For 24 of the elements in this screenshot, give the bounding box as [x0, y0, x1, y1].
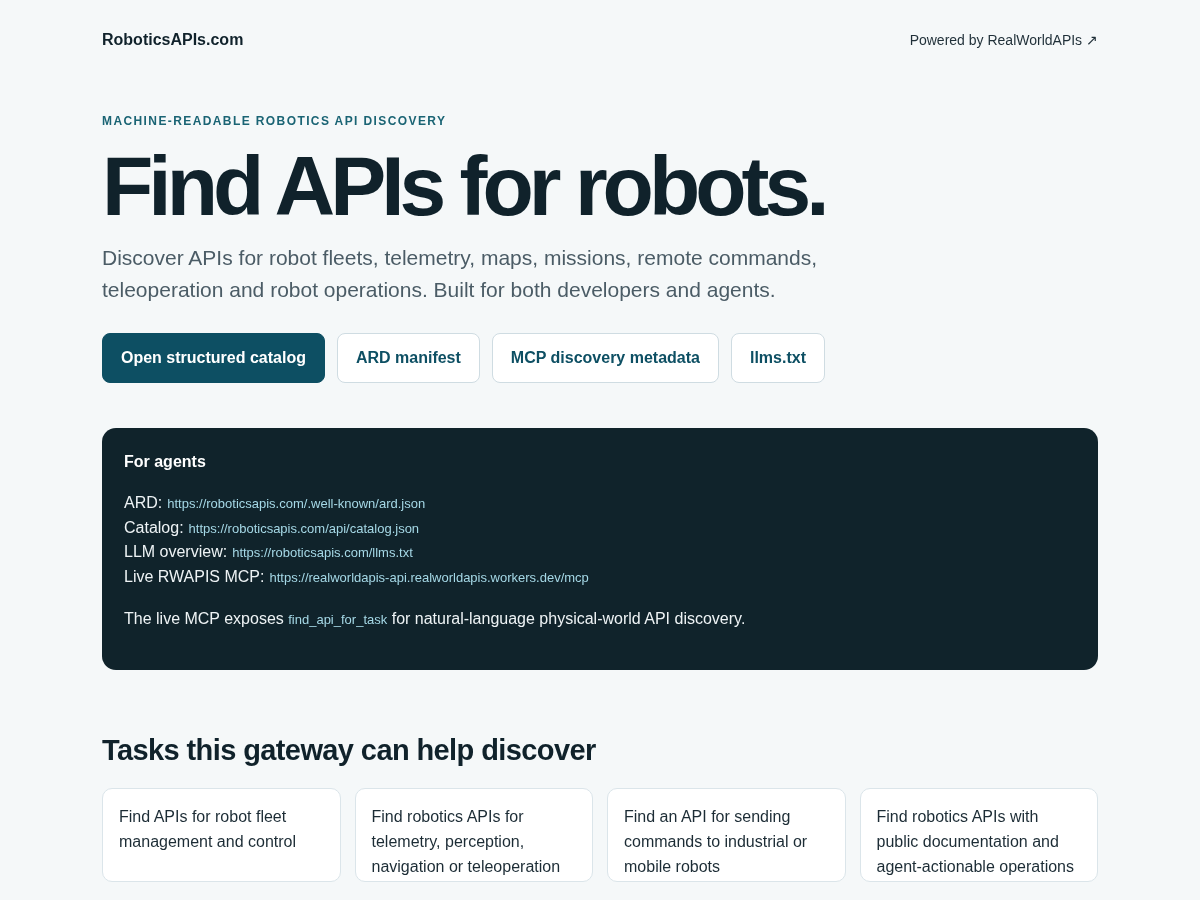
task-description: Find APIs for robot fleet management and control: [119, 806, 297, 852]
section-heading: Tasks this gateway can help discover: [102, 732, 597, 768]
resource-button[interactable]: ARD manifest: [336, 333, 480, 383]
brand-link[interactable]: RoboticsAPIs.com: [102, 29, 244, 51]
panel-title: For agents: [124, 452, 207, 472]
resource-button[interactable]: llms.txt: [730, 333, 825, 383]
url-link[interactable]: https://roboticsapis.com/llms.txt: [232, 541, 413, 567]
link-label: Live RWAPIS MCP:: [124, 567, 265, 588]
intro-paragraph: Discover APIs for robot fleets, telemetry, maps, missions, remote commands, teleoperation and robot operations. Built for both developers and agents.: [102, 245, 818, 303]
link-label: Catalog:: [124, 517, 184, 538]
url-link[interactable]: https://roboticsapis.com/api/catalog.json: [188, 516, 420, 542]
mcp-note: The live MCP exposes find_api_for_task for natural-language physical-world API discovery.: [124, 608, 747, 629]
url-link[interactable]: https://realworldapis-api.realworldapis.workers.dev/mcp: [269, 566, 589, 591]
resource-button[interactable]: MCP discovery metadata: [491, 333, 719, 383]
powered-by-link[interactable]: Powered by RealWorldAPIs ↗: [909, 30, 1098, 50]
task-description: Find robotics APIs for telemetry, perception, navigation or teleoperation: [371, 806, 562, 877]
page-title: Find APIs for robots.: [102, 144, 826, 228]
eyebrow-text: MACHINE-READABLE ROBOTICS API DISCOVERY: [102, 114, 448, 128]
link-label: LLM overview:: [124, 542, 228, 563]
task-description: Find an API for sending commands to industrial or mobile robots: [624, 806, 809, 877]
link-label: ARD:: [124, 493, 163, 513]
task-description: Find robotics APIs with public documentation and agent-actionable operations: [876, 806, 1075, 877]
catalog-button[interactable]: Open structured catalog: [102, 333, 325, 383]
url-link[interactable]: https://roboticsapis.com/.well-known/ard.json: [167, 492, 426, 517]
